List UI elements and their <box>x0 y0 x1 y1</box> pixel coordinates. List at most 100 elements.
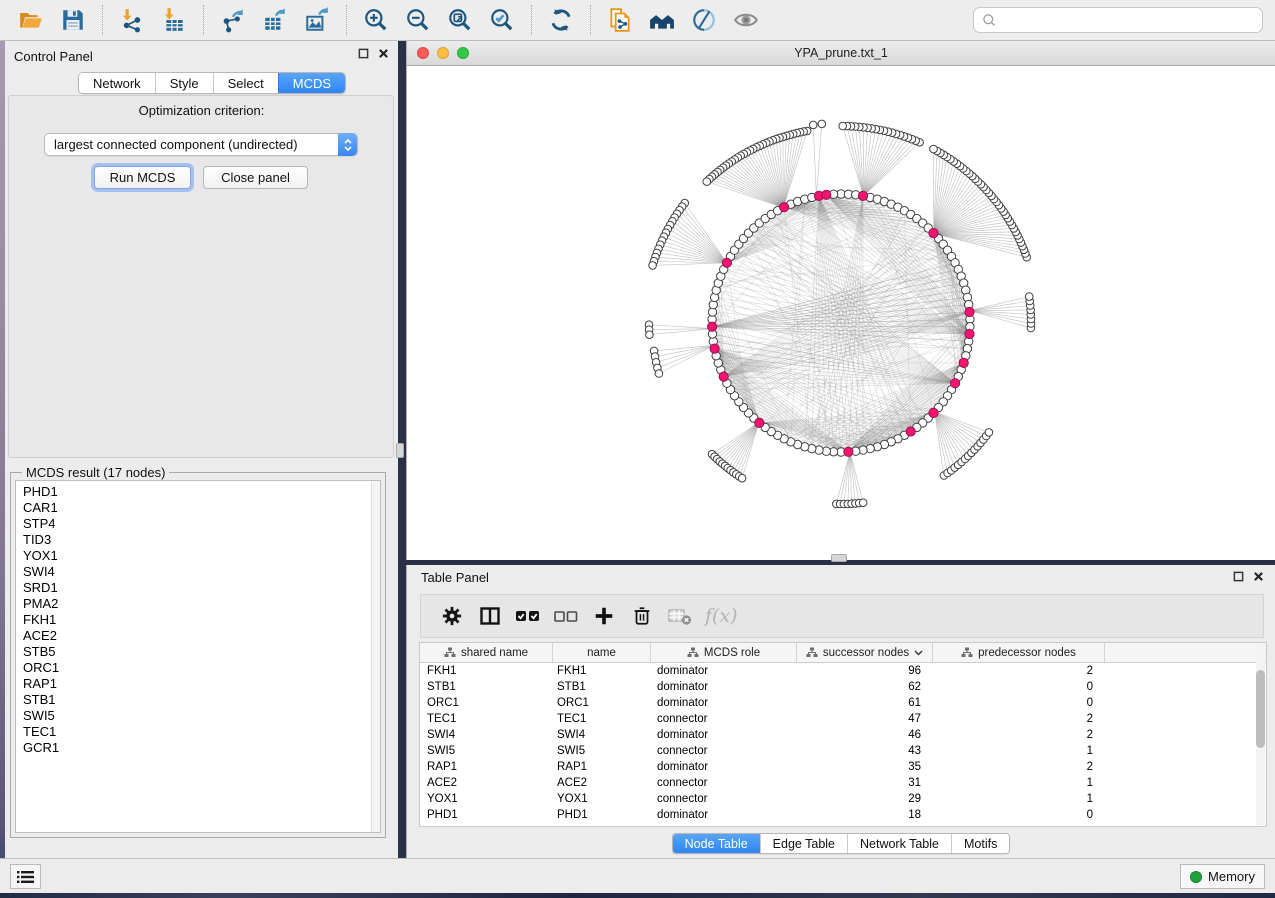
horizontal-splitter-handle[interactable] <box>831 554 847 562</box>
search-input[interactable] <box>997 13 1254 28</box>
column-header-shared-name[interactable]: shared name <box>420 643 553 662</box>
mcds-result-item[interactable]: STB5 <box>23 644 380 660</box>
memory-button[interactable]: Memory <box>1180 864 1265 889</box>
column-header-successor-nodes[interactable]: successor nodes <box>797 643 933 662</box>
mcds-result-item[interactable]: SWI5 <box>23 708 380 724</box>
clone-network-icon[interactable] <box>605 5 635 35</box>
mcds-result-item[interactable]: FKH1 <box>23 612 380 628</box>
table-row[interactable]: PHD1 PHD1 dominator 18 0 <box>420 807 1266 823</box>
zoom-in-icon[interactable] <box>361 5 391 35</box>
refresh-icon[interactable] <box>546 5 576 35</box>
cell-shared-name: SWI4 <box>420 729 553 741</box>
table-row[interactable]: ACE2 ACE2 connector 31 1 <box>420 775 1266 791</box>
table-scrollbar[interactable] <box>1256 644 1265 825</box>
mcds-result-item[interactable]: STB1 <box>23 692 380 708</box>
tab-network-table[interactable]: Network Table <box>847 834 951 853</box>
tab-network[interactable]: Network <box>79 73 155 93</box>
memory-status-icon <box>1190 871 1202 883</box>
panel-menu-button[interactable] <box>10 864 41 889</box>
tab-select[interactable]: Select <box>213 73 278 93</box>
table-row[interactable]: STB1 STB1 dominator 62 0 <box>420 679 1266 695</box>
vertical-splitter-handle[interactable] <box>396 443 404 458</box>
cell-name: TEC1 <box>553 713 651 725</box>
save-session-icon[interactable] <box>58 5 88 35</box>
hide-graphics-icon[interactable] <box>689 5 719 35</box>
mcds-result-item[interactable]: TID3 <box>23 532 380 548</box>
mcds-result-item[interactable]: RAP1 <box>23 676 380 692</box>
tab-mcds[interactable]: MCDS <box>278 73 345 93</box>
export-network-icon[interactable] <box>218 5 248 35</box>
float-panel-icon[interactable] <box>358 48 369 59</box>
table-panel: Table Panel f(x) shared name name <box>406 565 1275 858</box>
mcds-result-group: MCDS result (17 nodes) PHD1CAR1STP4TID3Y… <box>10 472 386 838</box>
open-file-icon[interactable] <box>16 5 46 35</box>
mcds-result-item[interactable]: CAR1 <box>23 500 380 516</box>
cell-shared-name: ORC1 <box>420 697 553 709</box>
close-panel-icon[interactable] <box>378 48 389 59</box>
import-network-icon[interactable] <box>117 5 147 35</box>
table-panel-tabs: Node Table Edge Table Network Table Moti… <box>407 833 1275 854</box>
zoom-selected-icon[interactable] <box>487 5 517 35</box>
cell-shared-name: PHD1 <box>420 809 553 821</box>
network-window-titlebar[interactable]: YPA_prune.txt_1 <box>407 41 1275 66</box>
mcds-list-scrollbar[interactable] <box>371 481 380 832</box>
network-overview-icon[interactable] <box>647 5 677 35</box>
import-table-icon[interactable] <box>159 5 189 35</box>
search-box[interactable] <box>973 7 1263 33</box>
attribute-tree-icon <box>961 647 973 658</box>
zoom-fit-icon[interactable] <box>445 5 475 35</box>
mcds-result-item[interactable]: ORC1 <box>23 660 380 676</box>
mcds-result-item[interactable]: GCR1 <box>23 740 380 756</box>
table-row[interactable]: ORC1 ORC1 dominator 61 0 <box>420 695 1266 711</box>
table-row[interactable]: FKH1 FKH1 dominator 96 2 <box>420 663 1266 679</box>
column-header-predecessor-nodes[interactable]: predecessor nodes <box>933 643 1105 662</box>
delete-table-icon[interactable] <box>663 601 697 631</box>
table-row[interactable]: SWI5 SWI5 connector 43 1 <box>420 743 1266 759</box>
criterion-dropdown[interactable]: largest connected component (undirected) <box>44 133 358 156</box>
mcds-result-item[interactable]: SWI4 <box>23 564 380 580</box>
mcds-result-item[interactable]: PHD1 <box>23 484 380 500</box>
show-graphics-icon[interactable] <box>731 5 761 35</box>
delete-column-icon[interactable] <box>625 601 659 631</box>
float-panel-icon[interactable] <box>1233 571 1244 582</box>
close-panel-icon[interactable] <box>1253 571 1264 582</box>
table-row[interactable]: SWI4 SWI4 dominator 46 2 <box>420 727 1266 743</box>
export-table-icon[interactable] <box>260 5 290 35</box>
tab-motifs[interactable]: Motifs <box>951 834 1009 853</box>
zoom-out-icon[interactable] <box>403 5 433 35</box>
cell-successor-nodes: 29 <box>797 793 933 805</box>
export-image-icon[interactable] <box>302 5 332 35</box>
mcds-result-item[interactable]: PMA2 <box>23 596 380 612</box>
mcds-result-item[interactable]: ACE2 <box>23 628 380 644</box>
tab-node-table[interactable]: Node Table <box>673 834 760 853</box>
cell-shared-name: YOX1 <box>420 793 553 805</box>
cell-name: SWI5 <box>553 745 651 757</box>
table-row[interactable]: RAP1 RAP1 dominator 35 2 <box>420 759 1266 775</box>
tab-style[interactable]: Style <box>155 73 213 93</box>
split-panel-icon[interactable] <box>473 601 507 631</box>
table-row[interactable]: YOX1 YOX1 connector 29 1 <box>420 791 1266 807</box>
table-settings-icon[interactable] <box>435 601 469 631</box>
table-row[interactable]: TEC1 TEC1 connector 47 2 <box>420 711 1266 727</box>
select-all-columns-icon[interactable] <box>511 601 545 631</box>
mcds-result-item[interactable]: SRD1 <box>23 580 380 596</box>
network-graph[interactable] <box>407 66 1275 560</box>
column-header-name[interactable]: name <box>553 643 651 662</box>
mcds-result-item[interactable]: YOX1 <box>23 548 380 564</box>
close-panel-button[interactable]: Close panel <box>203 166 308 189</box>
network-canvas[interactable] <box>407 66 1275 560</box>
dropdown-stepper-icon <box>338 133 357 156</box>
deselect-all-columns-icon[interactable] <box>549 601 583 631</box>
run-mcds-button[interactable]: Run MCDS <box>94 166 191 189</box>
mcds-result-item[interactable]: STP4 <box>23 516 380 532</box>
table-scrollbar-thumb[interactable] <box>1256 670 1265 748</box>
attribute-tree-icon <box>444 647 456 658</box>
mcds-result-title: MCDS result (17 nodes) <box>22 465 169 480</box>
add-column-icon[interactable] <box>587 601 621 631</box>
column-header-mcds-role[interactable]: MCDS role <box>651 643 797 662</box>
mcds-result-list[interactable]: PHD1CAR1STP4TID3YOX1SWI4SRD1PMA2FKH1ACE2… <box>15 480 381 833</box>
list-menu-icon <box>17 870 34 884</box>
tab-edge-table[interactable]: Edge Table <box>760 834 847 853</box>
function-builder-icon[interactable]: f(x) <box>705 605 738 627</box>
mcds-result-item[interactable]: TEC1 <box>23 724 380 740</box>
